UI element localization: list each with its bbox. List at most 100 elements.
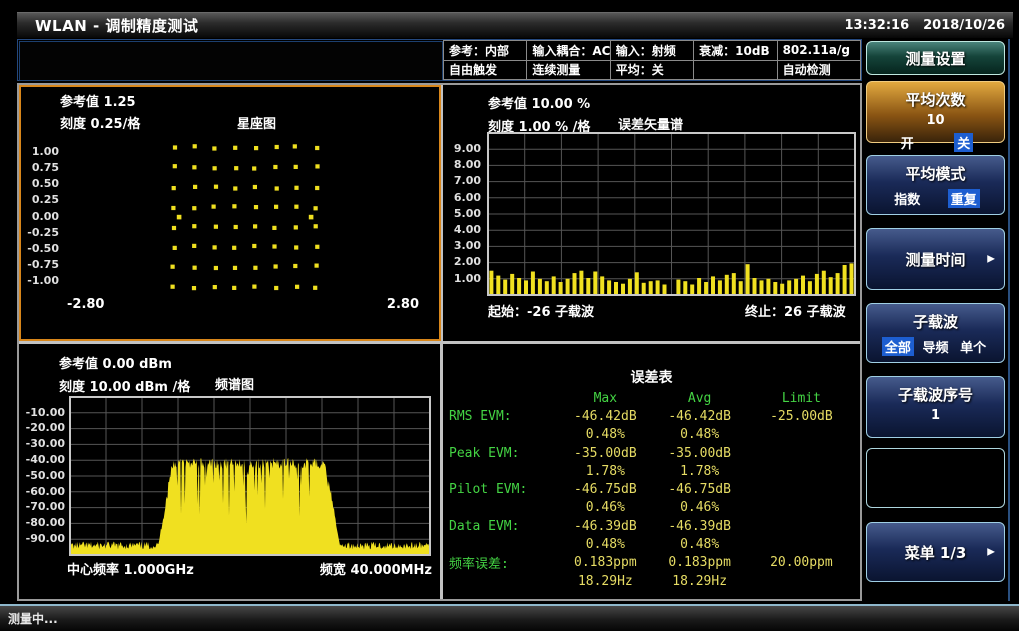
error-table-cell: -35.00dB: [558, 446, 652, 461]
softkey-menu-page[interactable]: 菜单 1/3 ▶: [866, 522, 1005, 582]
softkey-option[interactable]: 重复: [948, 189, 980, 208]
settings-readout: 802.11a/g: [777, 41, 860, 61]
softkey-subcarrier[interactable]: 子载波全部导频单个: [866, 303, 1005, 363]
settings-readout: 输入耦合：AC: [527, 41, 610, 61]
constellation-x-min: -2.80: [67, 297, 104, 312]
error-table-title: 误差表: [443, 367, 860, 387]
softkey-option[interactable]: 关: [954, 133, 973, 152]
error-table-cell: 0.183ppm: [653, 555, 747, 570]
error-table-cell: -46.42dB: [558, 409, 652, 424]
error-table-cell: -46.42dB: [653, 409, 747, 424]
settings-grid: 参考：内部输入耦合：AC输入：射频衰减：10dB802.11a/g 自由触发连续测…: [443, 40, 861, 80]
settings-empty-box: [19, 41, 443, 81]
table-row: Pilot EVM:-46.75dB-46.75dB: [449, 480, 856, 498]
error-table-panel[interactable]: 误差表 MaxAvgLimitRMS EVM:-46.42dB-46.42dB-…: [443, 345, 860, 599]
error-table-cell: -25.00dB: [747, 409, 856, 424]
settings-readout: 连续测量: [527, 60, 610, 80]
error-table-cell: -46.75dB: [558, 482, 652, 497]
page-title: WLAN - 调制精度测试: [35, 15, 198, 36]
error-table-cell: -46.75dB: [653, 482, 747, 497]
settings-readout: [694, 60, 777, 80]
settings-readout: 参考：内部: [444, 41, 527, 61]
error-table-cell: 18.29Hz: [653, 574, 747, 589]
error-table-column-header: Limit: [747, 391, 856, 406]
settings-readout: 衰减：10dB: [694, 41, 777, 61]
softkey-option[interactable]: 单个: [957, 337, 989, 356]
error-table-column-header: Max: [558, 391, 652, 406]
softkey-value: 10: [867, 113, 1004, 128]
table-row: Data EVM:-46.39dB-46.39dB: [449, 517, 856, 535]
softkey-subcarrier-index[interactable]: 子载波序号1: [866, 376, 1005, 438]
evs-x-start: 起始：-26 子载波: [488, 301, 594, 320]
softkey-option[interactable]: 导频: [919, 337, 951, 356]
evs-x-end: 终止：26 子载波: [745, 301, 846, 320]
softkey-avg-mode[interactable]: 平均模式指数 重复: [866, 155, 1005, 215]
softkey-option[interactable]: 指数: [891, 189, 923, 208]
table-row: RMS EVM:-46.42dB-46.42dB-25.00dB: [449, 407, 856, 425]
softkey-label: 测量时间: [905, 249, 965, 270]
evm-spectrum-panel[interactable]: 参考值 10.00 % 刻度 1.00 % /格 误差矢量谱 9.008.007…: [443, 85, 860, 341]
error-table-cell: -46.39dB: [558, 519, 652, 534]
error-table-cell: 18.29Hz: [558, 574, 652, 589]
title-bar: WLAN - 调制精度测试 13:32:16 2018/10/26: [17, 12, 1013, 38]
settings-readout: 自动检测: [777, 60, 860, 80]
softkey-label: 测量设置: [905, 48, 965, 69]
softkey-value: 1: [867, 408, 1004, 423]
error-table-cell: 1.78%: [653, 464, 747, 479]
spectrum-center-freq: 中心频率 1.000GHz: [67, 559, 194, 578]
table-row: Peak EVM:-35.00dB-35.00dB: [449, 444, 856, 462]
error-table-row-label: RMS EVM:: [449, 409, 558, 424]
error-table-cell: 0.46%: [558, 500, 652, 515]
softkey-label: 平均模式: [867, 163, 1004, 184]
error-table-cell: 0.48%: [653, 537, 747, 552]
constellation-x-max: 2.80: [387, 297, 419, 312]
time-text: 13:32:16: [844, 18, 909, 33]
softkey-option[interactable]: 开: [898, 133, 917, 152]
error-table-cell: 0.183ppm: [558, 555, 652, 570]
table-row: 频率误差:0.183ppm0.183ppm20.00ppm: [449, 554, 856, 572]
table-row: 1.78%1.78%: [449, 462, 856, 480]
error-table-cell: 0.46%: [653, 500, 747, 515]
error-table-row-label: 频率误差:: [449, 553, 558, 572]
error-table-row-label: Peak EVM:: [449, 446, 558, 461]
error-table-row-label: Data EVM:: [449, 519, 558, 534]
settings-band: 参考：内部输入耦合：AC输入：射频衰减：10dB802.11a/g 自由触发连续测…: [17, 39, 862, 81]
status-text: 测量中...: [8, 610, 58, 627]
submenu-arrow-icon: ▶: [987, 547, 995, 558]
error-table-row-label: Pilot EVM:: [449, 482, 558, 497]
spectrum-panel[interactable]: 参考值 0.00 dBm 刻度 10.00 dBm /格 频谱图 -10.00-…: [19, 345, 440, 599]
softkey-label: 子载波: [867, 311, 1004, 332]
status-bar: 测量中...: [0, 604, 1019, 631]
error-table-cell: 0.48%: [558, 537, 652, 552]
spectrum-span: 频宽 40.000MHz: [320, 559, 432, 578]
softkey-blank: [866, 448, 1005, 508]
table-row: 18.29Hz18.29Hz: [449, 572, 856, 590]
error-table-column-header: Avg: [653, 391, 747, 406]
softkey-meas-time[interactable]: 测量时间▶: [866, 228, 1005, 290]
softkey-label: 菜单 1/3: [905, 542, 967, 563]
softkey-avg-count[interactable]: 平均次数10开关: [866, 81, 1005, 143]
quadrant-divider-horizontal: [19, 341, 860, 344]
softkey-option[interactable]: 全部: [882, 337, 914, 356]
softkey-measure-setup[interactable]: 测量设置: [866, 41, 1005, 75]
table-row: 0.46%0.46%: [449, 499, 856, 517]
constellation-panel[interactable]: 参考值 1.25 刻度 0.25/格 星座图 1.000.750.500.250…: [19, 85, 441, 341]
error-table: MaxAvgLimitRMS EVM:-46.42dB-46.42dB-25.0…: [449, 389, 856, 590]
settings-table: 参考：内部输入耦合：AC输入：射频衰减：10dB802.11a/g 自由触发连续测…: [443, 40, 861, 80]
table-row: 0.48%0.48%: [449, 535, 856, 553]
right-edge-line: [1008, 39, 1010, 601]
date-text: 2018/10/26: [923, 18, 1005, 33]
settings-readout: 输入：射频: [610, 41, 693, 61]
error-table-cell: -35.00dB: [653, 446, 747, 461]
instrument-screen: WLAN - 调制精度测试 13:32:162018/10/26 参考：内部输入…: [0, 0, 1019, 631]
settings-readout: 自由触发: [444, 60, 527, 80]
error-table-cell: 1.78%: [558, 464, 652, 479]
table-row: 0.48%0.48%: [449, 426, 856, 444]
error-table-cell: 0.48%: [653, 427, 747, 442]
error-table-cell: 0.48%: [558, 427, 652, 442]
settings-readout: 平均：关: [610, 60, 693, 80]
error-table-cell: -46.39dB: [653, 519, 747, 534]
softkey-label: 平均次数: [867, 89, 1004, 110]
error-table-cell: 20.00ppm: [747, 555, 856, 570]
clock: 13:32:16 2018/10/26: [830, 18, 1005, 33]
